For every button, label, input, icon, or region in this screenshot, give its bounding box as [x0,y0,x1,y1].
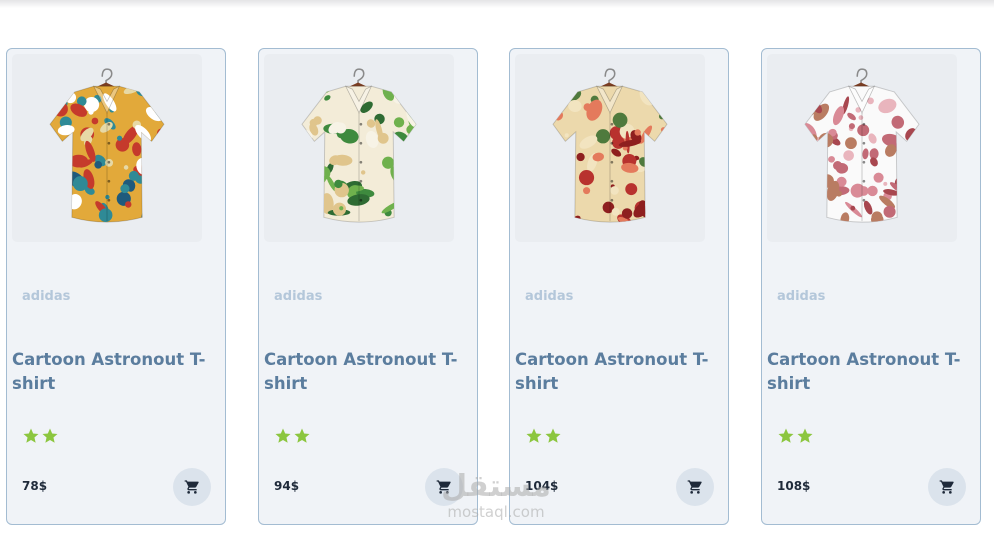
star-icon [545,428,561,443]
product-title[interactable]: Cartoon Astronout T-shirt [12,348,212,396]
product-card[interactable]: adidas Cartoon Astronout T-shirt 104$ [509,48,729,525]
product-rating [525,427,562,445]
product-brand[interactable]: adidas [525,289,573,304]
add-to-cart-button[interactable] [676,468,714,506]
product-title[interactable]: Cartoon Astronout T-shirt [515,348,715,396]
product-image[interactable] [515,54,705,242]
cart-icon [939,480,954,494]
star-icon [778,428,794,443]
product-brand[interactable]: adidas [22,289,70,304]
product-image[interactable] [12,54,202,242]
product-price: 78$ [22,479,48,493]
shirt-image [552,85,668,223]
product-brand[interactable]: adidas [274,289,322,304]
top-bar-shadow [0,0,994,8]
product-title[interactable]: Cartoon Astronout T-shirt [264,348,464,396]
product-title[interactable]: Cartoon Astronout T-shirt [767,348,967,396]
shirt-image [804,85,920,223]
product-image[interactable] [767,54,957,242]
add-to-cart-button[interactable] [928,468,966,506]
product-price: 104$ [525,479,559,493]
shirt-image [301,85,417,223]
star-icon [42,428,58,443]
product-rating [22,427,59,445]
add-to-cart-button[interactable] [173,468,211,506]
product-card[interactable]: adidas Cartoon Astronout T-shirt 108$ [761,48,981,525]
cart-icon [687,480,702,494]
product-brand[interactable]: adidas [777,289,825,304]
shirt-image [49,85,165,223]
product-price: 108$ [777,479,811,493]
cart-icon [436,480,451,494]
star-icon [23,428,39,443]
product-rating [274,427,311,445]
star-icon [275,428,291,443]
star-icon [797,428,813,443]
product-card[interactable]: adidas Cartoon Astronout T-shirt 78$ [6,48,226,525]
product-card[interactable]: adidas Cartoon Astronout T-shirt 94$ [258,48,478,525]
product-price: 94$ [274,479,300,493]
cart-icon [184,480,199,494]
add-to-cart-button[interactable] [425,468,463,506]
star-icon [294,428,310,443]
product-image[interactable] [264,54,454,242]
star-icon [526,428,542,443]
product-rating [777,427,814,445]
